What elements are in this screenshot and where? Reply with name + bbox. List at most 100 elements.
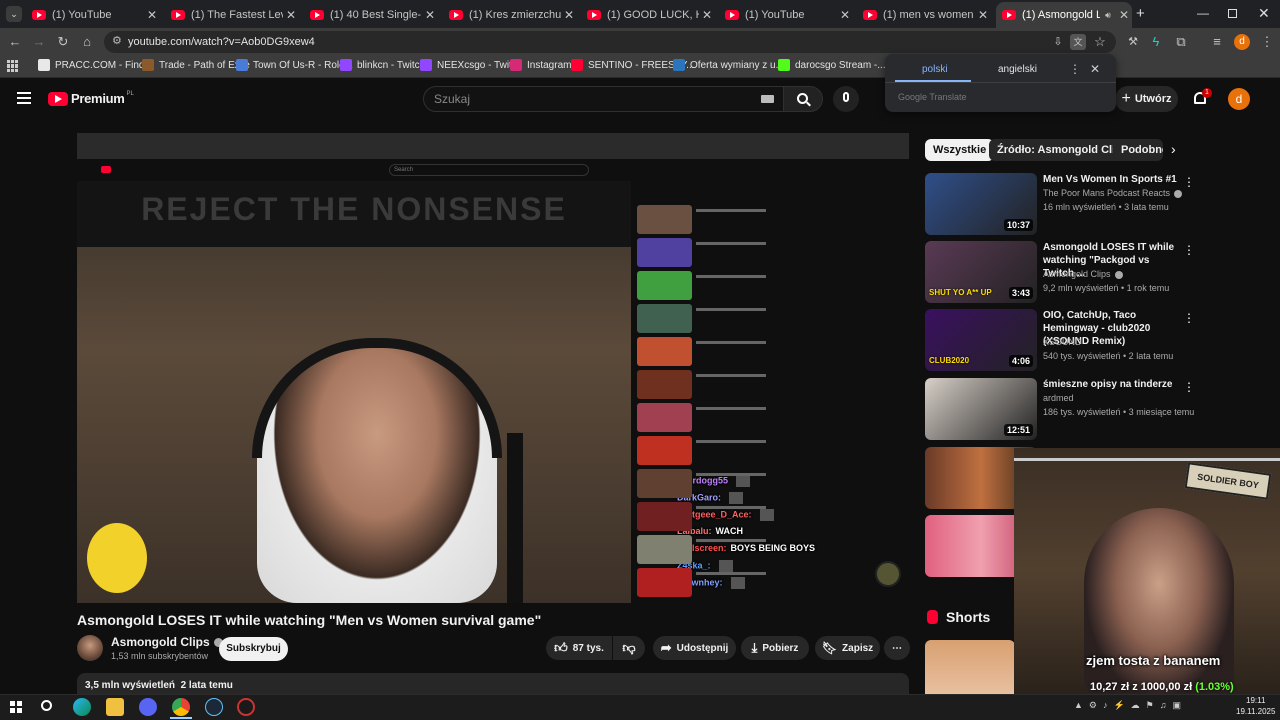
guide-menu-icon[interactable]: [17, 92, 31, 104]
translate-menu-icon[interactable]: ⋮: [1069, 62, 1081, 76]
translate-icon[interactable]: 文: [1070, 34, 1086, 50]
browser-tab[interactable]: (1) men vs women survival✕: [857, 2, 991, 28]
bookmark-item[interactable]: Town Of Us-R - Role...: [236, 59, 353, 71]
site-info-icon[interactable]: ⚙: [112, 34, 122, 47]
chrome-icon[interactable]: [172, 698, 190, 716]
like-button[interactable]: 👍︎ 87 tys.: [546, 636, 612, 660]
chips-next-icon[interactable]: ›: [1171, 141, 1176, 157]
recommendation-thumbnail[interactable]: SHUT YO A** UP 3:43: [925, 241, 1037, 303]
edge-icon[interactable]: [73, 698, 91, 716]
app-icon[interactable]: [237, 698, 255, 716]
tab-audio-icon[interactable]: 🔊︎: [1100, 10, 1116, 21]
windows-start-icon[interactable]: [10, 701, 22, 713]
reading-list-icon[interactable]: ≡: [1208, 33, 1226, 51]
tab-close-icon[interactable]: ✕: [144, 8, 160, 22]
notifications-button[interactable]: 1: [1192, 88, 1212, 108]
minimize-icon[interactable]: —: [1197, 6, 1209, 20]
channel-name[interactable]: Asmongold Clips: [111, 635, 223, 649]
recommendation-thumbnail[interactable]: 12:51: [925, 378, 1037, 440]
browser-tab[interactable]: (1) 40 Best Single-Player G✕: [304, 2, 438, 28]
taskbar-search-icon[interactable]: [41, 700, 52, 711]
filter-chip[interactable]: Wszystkie: [925, 139, 995, 161]
download-button[interactable]: ⤓ Pobierz: [741, 636, 809, 660]
apps-icon[interactable]: [7, 60, 19, 72]
restore-icon[interactable]: [1228, 9, 1237, 18]
system-tray[interactable]: ▲⚙♪⚡☁⚑♫▣: [1074, 700, 1224, 714]
recommendation-menu-icon[interactable]: ⋮: [1183, 175, 1195, 189]
recommendation-thumbnail[interactable]: CLUB2020 4:06: [925, 309, 1037, 371]
reload-icon[interactable]: ↻: [54, 33, 72, 51]
discord-icon[interactable]: [139, 698, 157, 716]
recommendation-item[interactable]: SHUT YO A** UP 3:43 Asmongold LOSES IT whi…: [925, 241, 1265, 305]
bookmark-item[interactable]: Trade - Path of Exile: [142, 59, 250, 71]
browser-tab[interactable]: (1) YouTube ✕: [719, 2, 853, 28]
tab-close-icon[interactable]: ✕: [283, 8, 299, 22]
channel-avatar[interactable]: [77, 635, 103, 661]
recommendation-menu-icon[interactable]: ⋮: [1183, 243, 1195, 257]
bookmark-item[interactable]: PRACC.COM - Find...: [38, 59, 153, 71]
extension-1-icon[interactable]: ⚒: [1124, 33, 1142, 51]
file-explorer-icon[interactable]: [106, 698, 124, 716]
extension-2-icon[interactable]: ϟ: [1147, 33, 1165, 51]
translate-lang-to[interactable]: angielski: [998, 64, 1037, 75]
tab-close-icon[interactable]: ✕: [561, 8, 577, 22]
short-thumb-1[interactable]: [925, 640, 1015, 694]
recommendation-thumbnail[interactable]: 10:37: [925, 173, 1037, 235]
new-tab-button[interactable]: +: [1136, 5, 1145, 22]
browser-tab[interactable]: (1) Kres zmierzchu | Film 2✕: [443, 2, 577, 28]
extensions-icon[interactable]: ⧉: [1172, 33, 1190, 51]
create-button[interactable]: + Utwórz: [1115, 86, 1178, 112]
video-player[interactable]: Search REJECT THE NONSENSE Lecrdogg55 Dar…: [77, 133, 909, 603]
steam-icon[interactable]: [205, 698, 223, 716]
recommendation-item[interactable]: 12:51 śmieszne opisy na tinderze ardmed 186…: [925, 378, 1265, 442]
home-icon[interactable]: ⌂: [78, 33, 96, 51]
browser-tab[interactable]: (1) YouTube ✕: [26, 2, 160, 28]
tab-close-icon[interactable]: ✕: [699, 8, 715, 22]
install-icon[interactable]: ⇩: [1049, 33, 1067, 51]
bookmark-item[interactable]: darocsgo Stream -...: [778, 59, 886, 71]
tab-close-icon[interactable]: ✕: [837, 8, 853, 22]
browser-tab[interactable]: (1) Asmongold LOSES🔊︎✕: [996, 2, 1132, 28]
voice-search-button[interactable]: [833, 86, 859, 112]
youtube-logo[interactable]: Premium PL: [48, 91, 134, 106]
tab-close-icon[interactable]: ✕: [975, 8, 991, 22]
tab-close-icon[interactable]: ✕: [422, 8, 438, 22]
save-button[interactable]: 🔖︎ Zapisz: [815, 636, 880, 660]
bookmark-star-icon[interactable]: ☆: [1091, 33, 1109, 51]
keyboard-icon[interactable]: [761, 95, 774, 103]
share-button[interactable]: ➦ Udostępnij: [653, 636, 736, 660]
recommendation-title[interactable]: śmieszne opisy na tinderze: [1043, 378, 1181, 391]
more-actions-button[interactable]: ⋯: [884, 636, 910, 660]
tab-search-icon[interactable]: ⌄: [6, 6, 22, 22]
recommendation-channel[interactable]: Asmongold Clips: [1043, 269, 1123, 279]
recommendation-menu-icon[interactable]: ⋮: [1183, 380, 1195, 394]
search-button[interactable]: [783, 86, 823, 112]
bookmark-item[interactable]: NEEXcsgo - Twitch: [420, 59, 522, 71]
browser-tab[interactable]: (1) The Fastest Levelling S✕: [165, 2, 299, 28]
close-window-icon[interactable]: ✕: [1258, 5, 1270, 22]
bookmark-item[interactable]: Oferta wymiany z u...: [673, 59, 784, 71]
forward-icon[interactable]: →: [30, 33, 48, 51]
recommendation-title[interactable]: Men Vs Women In Sports #1: [1043, 173, 1181, 186]
recommendation-item[interactable]: CLUB2020 4:06 OIO, CatchUp, Taco Hemingway…: [925, 309, 1265, 373]
filter-chip[interactable]: Podobne: [1113, 139, 1163, 161]
bookmark-item[interactable]: blinkcn - Twitch: [340, 59, 425, 71]
recommendation-menu-icon[interactable]: ⋮: [1183, 311, 1195, 325]
recommendation-channel[interactable]: The Poor Mans Podcast Reacts: [1043, 188, 1183, 198]
search-input[interactable]: Szukaj: [423, 86, 786, 112]
recommendation-channel[interactable]: XSOUND: [1043, 337, 1082, 347]
browser-tab[interactable]: (1) GOOD LUCK, HAVE FU✕: [581, 2, 715, 28]
subscribe-button[interactable]: Subskrybuj: [219, 637, 288, 661]
dislike-button[interactable]: 👎︎: [613, 636, 645, 660]
profile-avatar[interactable]: d: [1234, 34, 1250, 50]
clock-time[interactable]: 19:11: [1246, 696, 1265, 705]
recommendation-channel[interactable]: ardmed: [1043, 393, 1074, 403]
browser-menu-icon[interactable]: ⋮: [1258, 33, 1276, 51]
bookmark-item[interactable]: Instagram: [510, 59, 571, 71]
tab-close-icon[interactable]: ✕: [1116, 8, 1132, 22]
recommendation-item[interactable]: 10:37 Men Vs Women In Sports #1 The Poor M…: [925, 173, 1265, 237]
account-avatar[interactable]: d: [1228, 88, 1250, 110]
translate-close-icon[interactable]: ✕: [1090, 62, 1100, 76]
back-icon[interactable]: ←: [6, 33, 24, 51]
clock-date[interactable]: 19.11.2025: [1236, 707, 1275, 716]
